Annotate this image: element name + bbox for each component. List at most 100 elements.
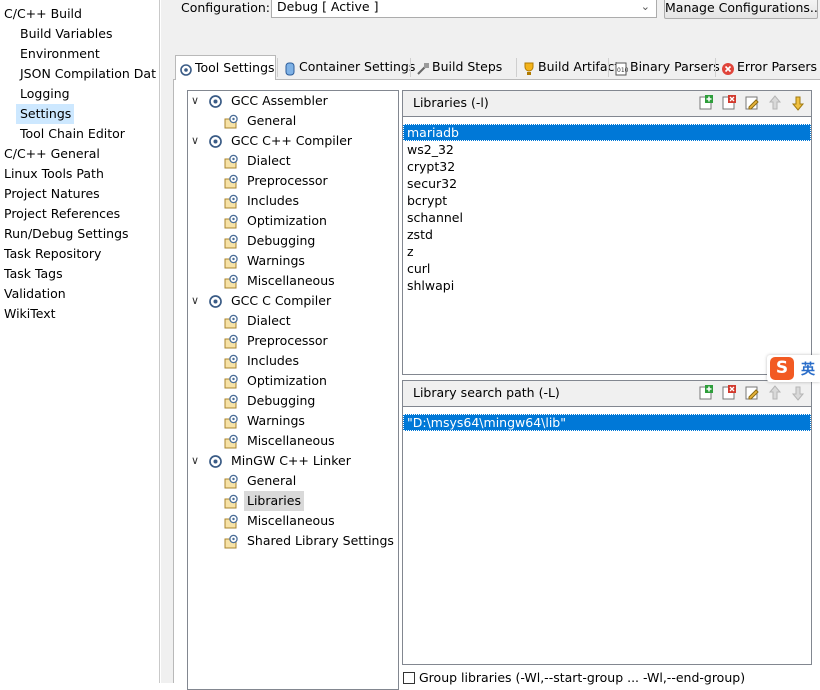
libraries-list[interactable]: mariadb ws2_32 crypt32 secur32 bcrypt schanne…: [402, 116, 812, 375]
checkbox-box[interactable]: [403, 672, 415, 684]
tree-label: Includes: [247, 353, 300, 368]
option-page-icon: [224, 534, 239, 549]
tab-container-settings[interactable]: Container Settings: [280, 55, 415, 80]
chevron-down-icon[interactable]: ∨: [188, 451, 202, 471]
tree-label: MinGW C++ Linker: [231, 453, 351, 468]
option-page-icon: [224, 194, 239, 209]
move-down-icon: [789, 384, 807, 402]
tab-tool-settings[interactable]: Tool Settings: [175, 55, 276, 81]
library-item[interactable]: ws2_32: [403, 141, 811, 158]
chevron-down-icon[interactable]: ∨: [188, 91, 202, 111]
tool-gear-icon: [208, 134, 223, 149]
tab-separator: [715, 58, 716, 77]
nav-item[interactable]: Run/Debug Settings: [0, 224, 160, 244]
option-page-icon: [224, 274, 239, 289]
tab-build-artifact[interactable]: Build Artifact: [519, 55, 619, 80]
nav-item[interactable]: C/C++ Build: [0, 4, 160, 24]
property-nav: C/C++ Build Build Variables Environment JSO…: [0, 0, 160, 683]
nav-item[interactable]: Linux Tools Path: [0, 164, 160, 184]
move-down-icon[interactable]: [789, 94, 807, 112]
move-up-icon: [766, 94, 784, 112]
configuration-label: Configuration:: [181, 0, 270, 15]
nav-item[interactable]: Task Tags: [0, 264, 160, 284]
option-page-icon: [224, 234, 239, 249]
tree-label: Miscellaneous: [247, 273, 335, 288]
move-up-icon: [766, 384, 784, 402]
chevron-down-icon[interactable]: ∨: [188, 131, 202, 151]
delete-icon[interactable]: [720, 384, 738, 402]
edit-icon[interactable]: [743, 384, 761, 402]
nav-item[interactable]: Validation: [0, 284, 160, 304]
chevron-down-icon: ⌄: [640, 0, 650, 13]
container-icon: [283, 60, 297, 76]
add-icon[interactable]: [697, 384, 715, 402]
chevron-down-icon[interactable]: ∨: [188, 291, 202, 311]
tree-label: Warnings: [247, 253, 305, 268]
option-page-icon: [224, 474, 239, 489]
nav-item[interactable]: Environment: [16, 44, 160, 64]
nav-item[interactable]: Project Natures: [0, 184, 160, 204]
ime-mode-label: 英: [801, 362, 815, 378]
search-path-item[interactable]: "D:\msys64\mingw64\lib": [403, 414, 811, 431]
tree-label: General: [247, 113, 297, 128]
tree-label: General: [247, 473, 297, 488]
nav-item[interactable]: Tool Chain Editor: [16, 124, 160, 144]
edit-icon[interactable]: [743, 94, 761, 112]
option-page-icon: [224, 214, 239, 229]
nav-item[interactable]: Project References: [0, 204, 160, 224]
tab-build-steps[interactable]: Build Steps: [413, 55, 502, 80]
tool-gear-icon: [208, 94, 223, 109]
option-page-icon: [224, 354, 239, 369]
tree-label: Dialect: [247, 153, 291, 168]
library-item[interactable]: crypt32: [403, 158, 811, 175]
tree-label: GCC Assembler: [231, 93, 328, 108]
library-item[interactable]: shlwapi: [403, 277, 811, 294]
tree-label: GCC C Compiler: [231, 293, 332, 308]
search-path-list[interactable]: "D:\msys64\mingw64\lib": [402, 406, 812, 665]
option-page-icon: [224, 434, 239, 449]
manage-configurations-button[interactable]: Manage Configurations...: [664, 0, 818, 19]
nav-item[interactable]: JSON Compilation Dat: [16, 64, 160, 84]
tree-label: Dialect: [247, 313, 291, 328]
option-page-icon: [224, 154, 239, 169]
option-page-icon: [224, 174, 239, 189]
nav-item[interactable]: WikiText: [0, 304, 160, 324]
tab-separator: [516, 58, 517, 77]
nav-item[interactable]: Build Variables: [16, 24, 160, 44]
option-page-icon: [224, 114, 239, 129]
tree-label: Miscellaneous: [247, 433, 335, 448]
trophy-icon: [522, 60, 536, 75]
tab-label: Build Steps: [432, 59, 503, 74]
library-item[interactable]: zstd: [403, 226, 811, 243]
search-path-header: Library search path (-L): [402, 380, 812, 406]
libraries-title: Libraries (-l): [413, 95, 489, 110]
group-libraries-checkbox[interactable]: Group libraries (-Wl,--start-group ... -…: [403, 670, 745, 686]
library-item[interactable]: mariadb: [403, 124, 811, 141]
tab-separator: [277, 58, 278, 77]
delete-icon[interactable]: [720, 94, 738, 112]
library-item[interactable]: z: [403, 243, 811, 260]
nav-item[interactable]: Task Repository: [0, 244, 160, 264]
tree-label: Includes: [247, 193, 300, 208]
option-page-icon: [224, 334, 239, 349]
nav-item[interactable]: C/C++ General: [0, 144, 160, 164]
tool-settings-panel: ∨ GCC Assembler General ∨ GCC C++ Compiler Di…: [173, 80, 820, 690]
tab-error-parsers[interactable]: Error Parsers: [718, 55, 817, 80]
library-item[interactable]: bcrypt: [403, 192, 811, 209]
tab-separator: [410, 58, 411, 77]
library-item[interactable]: schannel: [403, 209, 811, 226]
tab-label: Binary Parsers: [630, 59, 720, 74]
tab-binary-parsers[interactable]: 010 Binary Parsers: [611, 55, 720, 80]
add-icon[interactable]: [697, 94, 715, 112]
ime-indicator[interactable]: S 英: [767, 355, 820, 382]
nav-item[interactable]: Logging: [16, 84, 160, 104]
settings-pane: Configuration: Debug [ Active ] ⌄ Manage…: [161, 0, 820, 690]
binary-parser-icon: 010: [614, 60, 629, 76]
configuration-select[interactable]: Debug [ Active ] ⌄: [271, 0, 657, 18]
library-item[interactable]: secur32: [403, 175, 811, 192]
configuration-value: Debug [ Active ]: [277, 0, 379, 14]
library-item[interactable]: curl: [403, 260, 811, 277]
tool-tree[interactable]: ∨ GCC Assembler General ∨ GCC C++ Compiler Di…: [187, 90, 399, 690]
nav-item[interactable]: Settings: [16, 104, 74, 124]
error-icon: [721, 60, 735, 75]
